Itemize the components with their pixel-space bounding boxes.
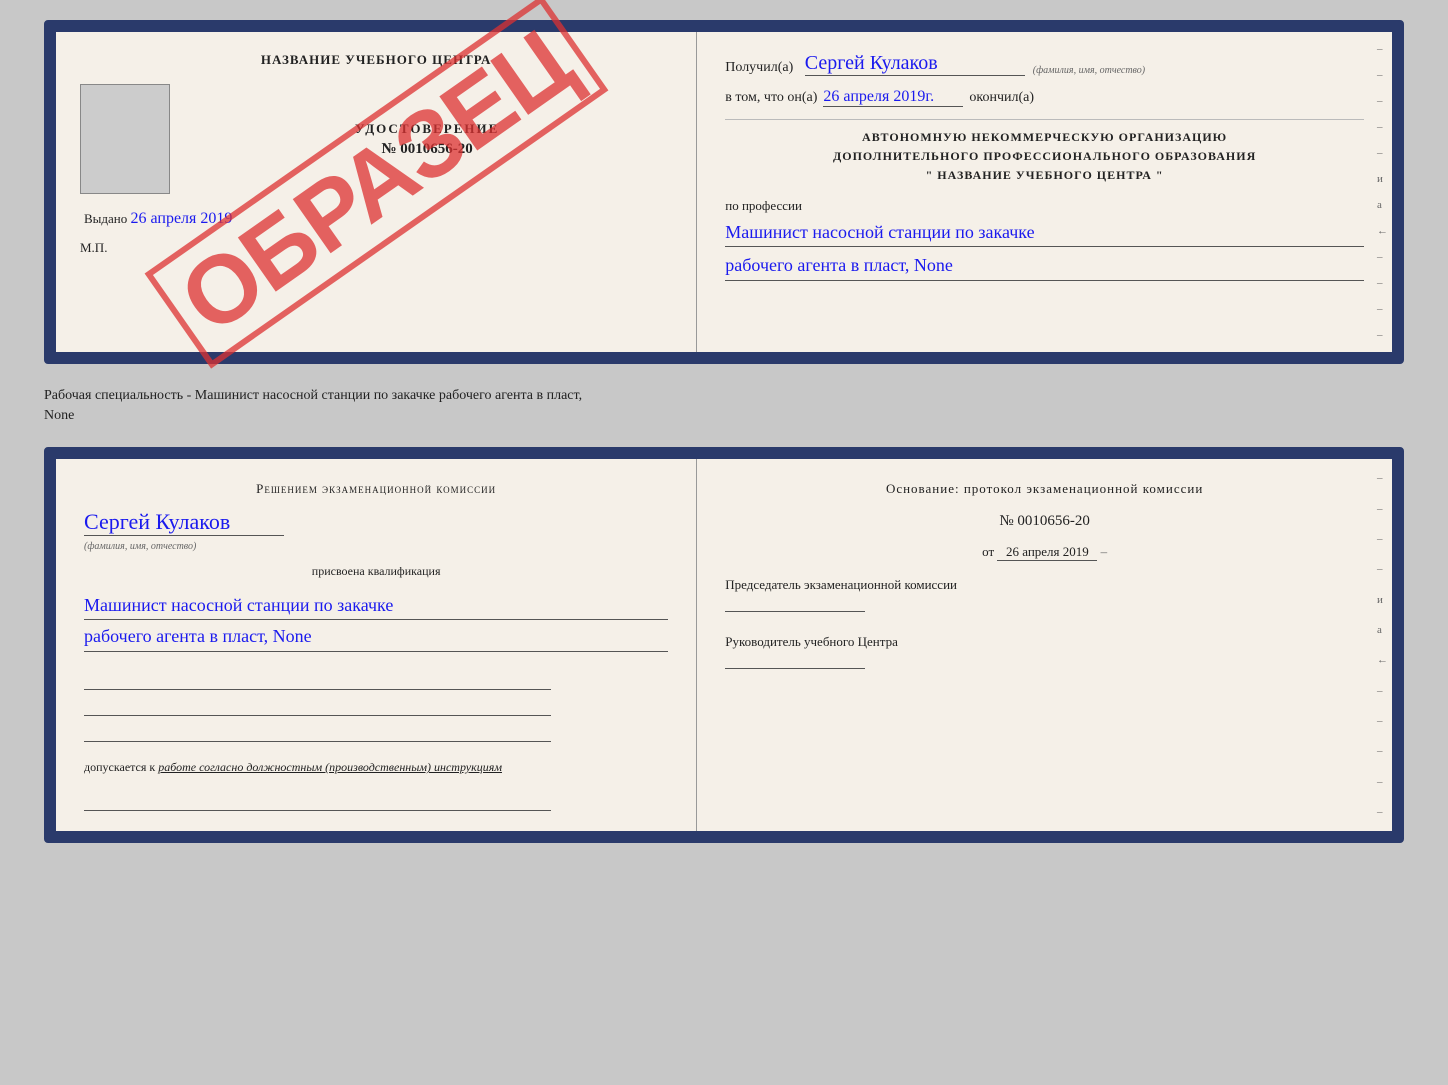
separator-line2: None bbox=[44, 406, 1404, 426]
sig-line-4 bbox=[84, 791, 551, 811]
protocol-date-prefix: от bbox=[982, 544, 994, 559]
director-label: Руководитель учебного Центра bbox=[725, 632, 1364, 652]
director-sig-line bbox=[725, 651, 865, 669]
bmark-5: и bbox=[1377, 594, 1388, 606]
top-doc-title: НАЗВАНИЕ УЧЕБНОГО ЦЕНТРА bbox=[261, 52, 492, 68]
separator-text: Рабочая специальность - Машинист насосно… bbox=[44, 380, 1404, 431]
issued-label: Выдано bbox=[84, 211, 127, 226]
mark-1: – bbox=[1377, 43, 1388, 55]
bmark-6: а bbox=[1377, 624, 1388, 636]
bmark-10: – bbox=[1377, 745, 1388, 757]
bmark-9: – bbox=[1377, 715, 1388, 727]
mark-9: – bbox=[1377, 251, 1388, 263]
bottom-doc-right: Основание: протокол экзаменационной коми… bbox=[697, 459, 1392, 831]
sig-line-1 bbox=[84, 670, 551, 690]
date-suffix: окончил(а) bbox=[969, 90, 1034, 106]
top-doc-left-panel: НАЗВАНИЕ УЧЕБНОГО ЦЕНТРА УДОСТОВЕРЕНИЕ №… bbox=[56, 32, 697, 352]
signature-lines bbox=[84, 670, 668, 742]
bmark-7: ← bbox=[1377, 654, 1388, 666]
cert-info: УДОСТОВЕРЕНИЕ № 0010656-20 bbox=[170, 84, 672, 194]
mark-12: – bbox=[1377, 329, 1388, 341]
mark-2: – bbox=[1377, 69, 1388, 81]
chairman-sig-line bbox=[725, 594, 865, 612]
protocol-date-value: 26 апреля 2019 bbox=[997, 544, 1097, 561]
protocol-date: от 26 апреля 2019 – bbox=[725, 544, 1364, 561]
protocol-dash: – bbox=[1101, 544, 1108, 559]
mark-5: – bbox=[1377, 147, 1388, 159]
profession-line1: Машинист насосной станции по закачке bbox=[725, 218, 1364, 248]
allowed-content: работе согласно должностным (производств… bbox=[158, 760, 502, 774]
sig-line-2 bbox=[84, 696, 551, 716]
mark-8: ← bbox=[1377, 225, 1388, 237]
bmark-1: – bbox=[1377, 472, 1388, 484]
mark-7: а bbox=[1377, 199, 1388, 211]
issued-date: 26 апреля 2019 bbox=[131, 210, 233, 227]
mp-label: М.П. bbox=[80, 240, 107, 256]
org-line2: ДОПОЛНИТЕЛЬНОГО ПРОФЕССИОНАЛЬНОГО ОБРАЗО… bbox=[725, 147, 1364, 166]
top-document: НАЗВАНИЕ УЧЕБНОГО ЦЕНТРА УДОСТОВЕРЕНИЕ №… bbox=[44, 20, 1404, 364]
committee-text: Решением экзаменационной комиссии bbox=[84, 479, 668, 499]
mark-3: – bbox=[1377, 95, 1388, 107]
cert-label: УДОСТОВЕРЕНИЕ bbox=[355, 121, 499, 137]
allowed-text-block: допускается к работе согласно должностны… bbox=[84, 760, 668, 775]
qual-line1: Машинист насосной станции по закачке bbox=[84, 591, 668, 621]
profession-prefix: по профессии bbox=[725, 198, 802, 213]
basis-text: Основание: протокол экзаменационной коми… bbox=[725, 479, 1364, 499]
mark-4: – bbox=[1377, 121, 1388, 133]
bottom-document: Решением экзаменационной комиссии Сергей… bbox=[44, 447, 1404, 843]
allowed-prefix: допускается к bbox=[84, 760, 155, 774]
received-name: Сергей Кулаков bbox=[805, 52, 1025, 76]
bmark-8: – bbox=[1377, 685, 1388, 697]
cert-number: № 0010656-20 bbox=[381, 141, 472, 158]
date-prefix: в том, что он(а) bbox=[725, 90, 817, 106]
org-block: АВТОНОМНУЮ НЕКОММЕРЧЕСКУЮ ОРГАНИЗАЦИЮ ДО… bbox=[725, 119, 1364, 186]
bmark-12: – bbox=[1377, 806, 1388, 818]
name-hint: (фамилия, имя, отчество) bbox=[1033, 65, 1145, 76]
qualification-block: Машинист насосной станции по закачке раб… bbox=[84, 589, 668, 653]
date-row: в том, что он(а) 26 апреля 2019г. окончи… bbox=[725, 88, 1364, 107]
bmark-4: – bbox=[1377, 563, 1388, 575]
bottom-person-hint: (фамилия, имя, отчество) bbox=[84, 541, 196, 552]
issued-row: Выдано 26 апреля 2019 bbox=[80, 210, 672, 228]
profession-line2: рабочего агента в пласт, None bbox=[725, 251, 1364, 281]
photo-placeholder bbox=[80, 84, 170, 194]
mark-11: – bbox=[1377, 303, 1388, 315]
org-line1: АВТОНОМНУЮ НЕКОММЕРЧЕСКУЮ ОРГАНИЗАЦИЮ bbox=[725, 128, 1364, 147]
chairman-block: Председатель экзаменационной комиссии bbox=[725, 575, 1364, 618]
chairman-label: Председатель экзаменационной комиссии bbox=[725, 575, 1364, 595]
separator-line1: Рабочая специальность - Машинист насосно… bbox=[44, 386, 1404, 406]
protocol-number: № 0010656-20 bbox=[725, 513, 1364, 530]
bmark-11: – bbox=[1377, 776, 1388, 788]
director-block: Руководитель учебного Центра bbox=[725, 632, 1364, 675]
assigned-text: присвоена квалификация bbox=[84, 564, 668, 579]
bottom-person-row: Сергей Кулаков (фамилия, имя, отчество) bbox=[84, 509, 668, 554]
top-doc-right-panel: Получил(а) Сергей Кулаков (фамилия, имя,… bbox=[697, 32, 1392, 352]
received-row: Получил(а) Сергей Кулаков (фамилия, имя,… bbox=[725, 52, 1364, 76]
bottom-doc-left: Решением экзаменационной комиссии Сергей… bbox=[56, 459, 697, 831]
bmark-3: – bbox=[1377, 533, 1388, 545]
sig-line-3 bbox=[84, 722, 551, 742]
received-prefix: Получил(а) bbox=[725, 60, 793, 76]
mark-6: и bbox=[1377, 173, 1388, 185]
right-side-marks: – – – – – и а ← – – – – bbox=[1377, 32, 1388, 352]
bottom-person-name: Сергей Кулаков bbox=[84, 509, 284, 536]
mark-10: – bbox=[1377, 277, 1388, 289]
org-line3: " НАЗВАНИЕ УЧЕБНОГО ЦЕНТРА " bbox=[725, 166, 1364, 185]
date-value: 26 апреля 2019г. bbox=[823, 88, 963, 107]
qual-line2: рабочего агента в пласт, None bbox=[84, 622, 668, 652]
bmark-2: – bbox=[1377, 503, 1388, 515]
bottom-right-marks: – – – – и а ← – – – – – bbox=[1377, 459, 1388, 831]
profession-block: по профессии Машинист насосной станции п… bbox=[725, 198, 1364, 282]
